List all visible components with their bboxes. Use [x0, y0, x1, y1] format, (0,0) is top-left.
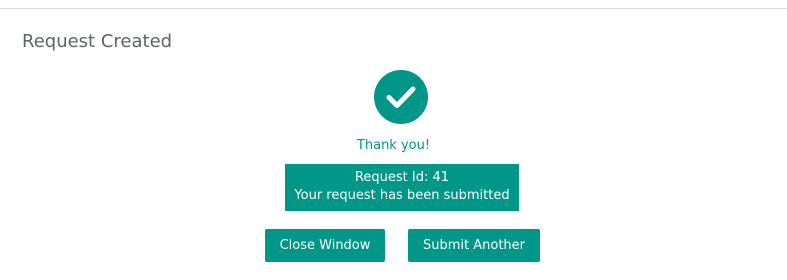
thank-you-message: Thank you!: [356, 138, 431, 153]
submission-status-text: Your request has been submitted: [294, 188, 510, 203]
submit-another-button[interactable]: Submit Another: [408, 229, 540, 262]
request-id-text: Request Id: 41: [354, 170, 450, 185]
confirmation-panel: Thank you! Request Id: 41 Your request h…: [0, 0, 787, 280]
checkmark-icon: [386, 86, 416, 108]
close-window-button[interactable]: Close Window: [265, 229, 385, 262]
check-circle-icon: [374, 70, 428, 124]
request-info-box: Request Id: 41 Your request has been sub…: [285, 164, 519, 211]
